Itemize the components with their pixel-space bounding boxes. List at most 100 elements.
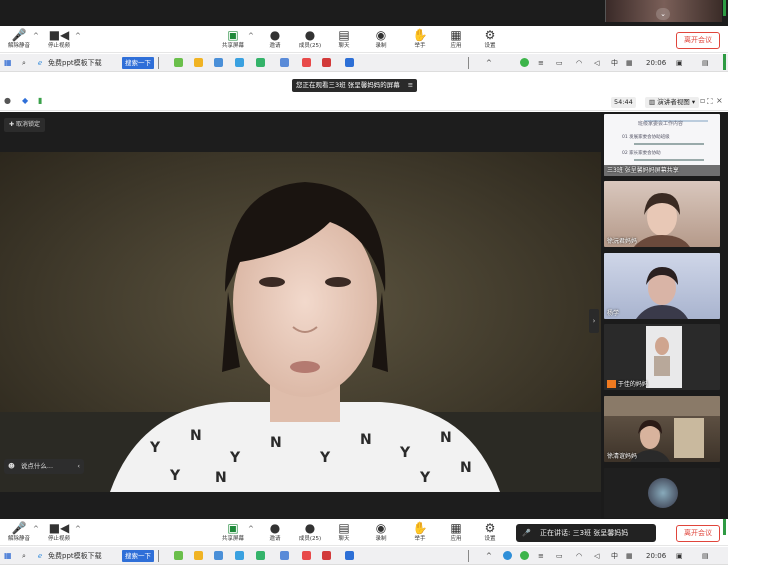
windows-start-icon[interactable]: ▦ [4, 57, 12, 69]
share-screen-button[interactable]: ▣ 共享屏幕 [216, 521, 250, 543]
presenter-view-button[interactable]: ▥ 演讲者视图 ▾ [645, 97, 700, 108]
leave-meeting-button[interactable]: 离开会议 [676, 525, 720, 542]
invite-button[interactable]: ● 邀请 [258, 521, 292, 543]
user-icon: ● [304, 521, 316, 535]
apps-button[interactable]: ▦ 应用 [439, 521, 473, 543]
app-icon[interactable] [235, 58, 244, 67]
settings-button[interactable]: ⚙ 设置 [473, 28, 507, 50]
dual-icon[interactable]: ▣ [676, 550, 683, 562]
viewing-screen-banner[interactable]: 您正在观看三3班 张呈馨妈妈的屏幕 ≡ [292, 79, 418, 92]
tray-app-icon[interactable] [520, 58, 529, 67]
invite-button[interactable]: ● 邀请 [258, 28, 292, 50]
app-icon[interactable] [214, 58, 223, 67]
stop-video-button[interactable]: ■◀ 停止视频 [42, 28, 76, 50]
participant-tile[interactable]: 于佳的妈妈 [604, 324, 720, 390]
maximize-icon[interactable]: ▫ [700, 96, 705, 105]
folder-icon[interactable] [194, 58, 203, 67]
info-icon[interactable]: ● [4, 96, 11, 105]
meeting-toolbar-top: 🎤 解除静音 ^ ■◀ 停止视频 ^ ▣ 共享屏幕 ^ ● 邀请 ● 成员(25… [0, 26, 728, 53]
keyboard-icon[interactable]: ▦ [626, 550, 633, 562]
app-icon[interactable] [302, 551, 311, 560]
app-icon[interactable] [280, 551, 289, 560]
volume-icon[interactable]: ◁ [594, 57, 599, 69]
windows-taskbar-top: ▦ ⌕ ℯ 免费ppt模板下载 搜索一下 ^ ≡ ▭ ◠ ◁ 中 ▦ 20:06… [0, 54, 728, 72]
folder-icon[interactable] [194, 551, 203, 560]
chevron-left-icon[interactable]: ‹ [77, 459, 80, 474]
search-icon[interactable]: ⌕ [22, 57, 26, 69]
emoji-icon[interactable]: ☻ [8, 462, 15, 470]
notification-icon[interactable]: ▤ [702, 550, 709, 562]
participant-name: 于佳的妈妈 [607, 379, 648, 388]
ime-indicator[interactable]: 中 [611, 550, 618, 562]
settings-button[interactable]: ⚙ 设置 [473, 521, 507, 543]
browser-icon[interactable]: ℯ [38, 57, 42, 69]
app-icon[interactable] [174, 58, 183, 67]
participant-tile[interactable]: 徐清谊妈妈 [604, 396, 720, 462]
chat-input[interactable]: ☻ 说点什么... ‹ [4, 459, 84, 474]
chevron-up-icon[interactable]: ^ [33, 32, 39, 40]
app-icon[interactable] [214, 551, 223, 560]
app-icon[interactable] [280, 58, 289, 67]
app-icon[interactable] [345, 551, 354, 560]
gear-icon: ⚙ [484, 521, 496, 535]
tray-app-icon[interactable] [503, 551, 512, 560]
tray-icon[interactable]: ≡ [538, 550, 544, 562]
wps-icon[interactable] [322, 551, 331, 560]
chevron-up-icon[interactable]: ^ [75, 32, 81, 40]
members-button[interactable]: ● 成员(25) [293, 521, 327, 543]
cancel-lock-button[interactable]: ✚ 取消锁定 [4, 118, 45, 132]
chevron-up-icon[interactable]: ^ [75, 525, 81, 533]
wps-icon[interactable] [322, 58, 331, 67]
chevron-up-icon[interactable]: ^ [486, 57, 492, 69]
svg-text:N: N [190, 428, 202, 444]
leave-meeting-button[interactable]: 离开会议 [676, 32, 720, 49]
chevron-up-icon[interactable]: ^ [486, 550, 492, 562]
keyboard-icon[interactable]: ▦ [626, 57, 633, 69]
mute-button[interactable]: 🎤 解除静音 [2, 521, 36, 543]
app-icon[interactable] [256, 58, 265, 67]
chat-button[interactable]: ▤ 聊天 [327, 521, 361, 543]
participant-tile[interactable]: 徐沅君妈妈 [604, 181, 720, 247]
close-icon[interactable]: × [716, 96, 723, 105]
mute-button[interactable]: 🎤 解除静音 [2, 28, 36, 50]
members-button[interactable]: ● 成员(25) [293, 28, 327, 50]
dual-icon[interactable]: ▣ [676, 57, 683, 69]
apps-button[interactable]: ▦ 应用 [439, 28, 473, 50]
record-button[interactable]: ◉ 录制 [364, 28, 398, 50]
fullscreen-icon[interactable]: ⛶ [707, 97, 713, 107]
app-icon[interactable] [256, 551, 265, 560]
search-icon[interactable]: ⌕ [22, 550, 26, 562]
chevron-up-icon[interactable]: ^ [33, 525, 39, 533]
app-icon[interactable] [345, 58, 354, 67]
chat-button[interactable]: ▤ 聊天 [327, 28, 361, 50]
menu-icon[interactable]: ≡ [408, 81, 413, 89]
chevron-down-icon[interactable]: ⌄ [656, 8, 670, 20]
shield-icon[interactable]: ◆ [22, 96, 28, 105]
tray-app-icon[interactable] [520, 551, 529, 560]
wifi-icon: ◠ [576, 59, 583, 67]
stop-video-button[interactable]: ■◀ 停止视频 [42, 521, 76, 543]
chevron-up-icon[interactable]: ^ [248, 32, 254, 40]
browser-icon[interactable]: ℯ [38, 550, 42, 562]
notification-icon[interactable]: ▤ [702, 57, 709, 69]
share-screen-button[interactable]: ▣ 共享屏幕 [216, 28, 250, 50]
raise-hand-button[interactable]: ✋ 举手 [403, 521, 437, 543]
search-button[interactable]: 搜索一下 [122, 550, 154, 562]
record-button[interactable]: ◉ 录制 [364, 521, 398, 543]
browser-tab-label[interactable]: 免费ppt模板下载 [48, 550, 102, 562]
participant-tile-screen-share[interactable]: 班级家委会工作内容 01 发展家委会协助班级 02 家长家委会协助 三3班 张呈… [604, 114, 720, 176]
windows-start-icon[interactable]: ▦ [4, 550, 12, 562]
browser-tab-label[interactable]: 免费ppt模板下载 [48, 57, 102, 69]
tray-icon[interactable]: ≡ [538, 57, 544, 69]
app-icon[interactable] [302, 58, 311, 67]
raise-hand-button[interactable]: ✋ 举手 [403, 28, 437, 50]
ime-indicator[interactable]: 中 [611, 57, 618, 69]
participant-tile[interactable]: 杨学 [604, 253, 720, 319]
collapse-panel-handle[interactable]: › [589, 309, 599, 333]
chevron-up-icon[interactable]: ^ [248, 525, 254, 533]
app-icon[interactable] [235, 551, 244, 560]
search-button[interactable]: 搜索一下 [122, 57, 154, 69]
participant-tile[interactable] [604, 468, 720, 518]
app-icon[interactable] [174, 551, 183, 560]
volume-icon[interactable]: ◁ [594, 550, 599, 562]
